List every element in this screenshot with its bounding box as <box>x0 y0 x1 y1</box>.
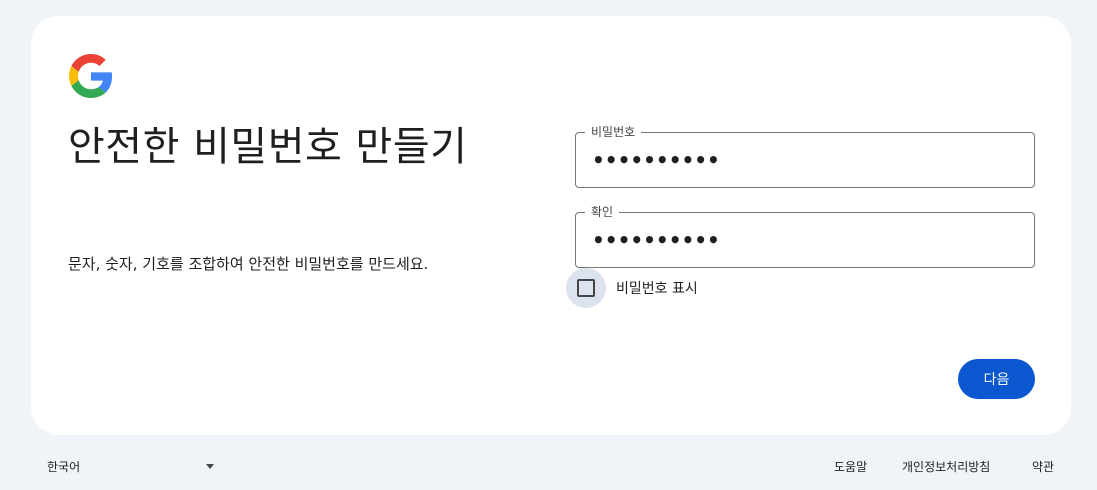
password-field[interactable]: 비밀번호 •••••••••• <box>575 124 1035 188</box>
confirm-field-label: 확인 <box>585 204 620 220</box>
page-subtitle: 문자, 숫자, 기호를 조합하여 안전한 비밀번호를 만드세요. <box>68 255 429 273</box>
show-password-checkbox[interactable] <box>577 279 595 297</box>
signup-card: 안전한 비밀번호 만들기 문자, 숫자, 기호를 조합하여 안전한 비밀번호를 … <box>31 16 1071 435</box>
show-password-label[interactable]: 비밀번호 표시 <box>616 278 698 298</box>
language-selector[interactable]: 한국어 <box>47 458 217 475</box>
footer: 한국어 도움말 개인정보처리방침 약관 <box>0 450 1097 482</box>
confirm-password-field[interactable]: 확인 •••••••••• <box>575 204 1035 268</box>
page-title: 안전한 비밀번호 만들기 <box>68 124 468 170</box>
language-label: 한국어 <box>47 460 81 474</box>
next-button[interactable]: 다음 <box>958 359 1035 399</box>
show-password-row[interactable]: 비밀번호 표시 <box>566 268 698 308</box>
password-field-label: 비밀번호 <box>585 124 642 140</box>
password-field-value[interactable]: •••••••••• <box>592 147 720 173</box>
show-password-checkbox-wrap[interactable] <box>566 268 606 308</box>
privacy-link[interactable]: 개인정보처리방침 <box>902 458 990 475</box>
confirm-field-value[interactable]: •••••••••• <box>592 227 720 253</box>
help-link[interactable]: 도움말 <box>834 458 867 475</box>
caret-down-icon <box>206 464 214 469</box>
google-logo-icon <box>69 54 113 98</box>
terms-link[interactable]: 약관 <box>1032 458 1054 475</box>
